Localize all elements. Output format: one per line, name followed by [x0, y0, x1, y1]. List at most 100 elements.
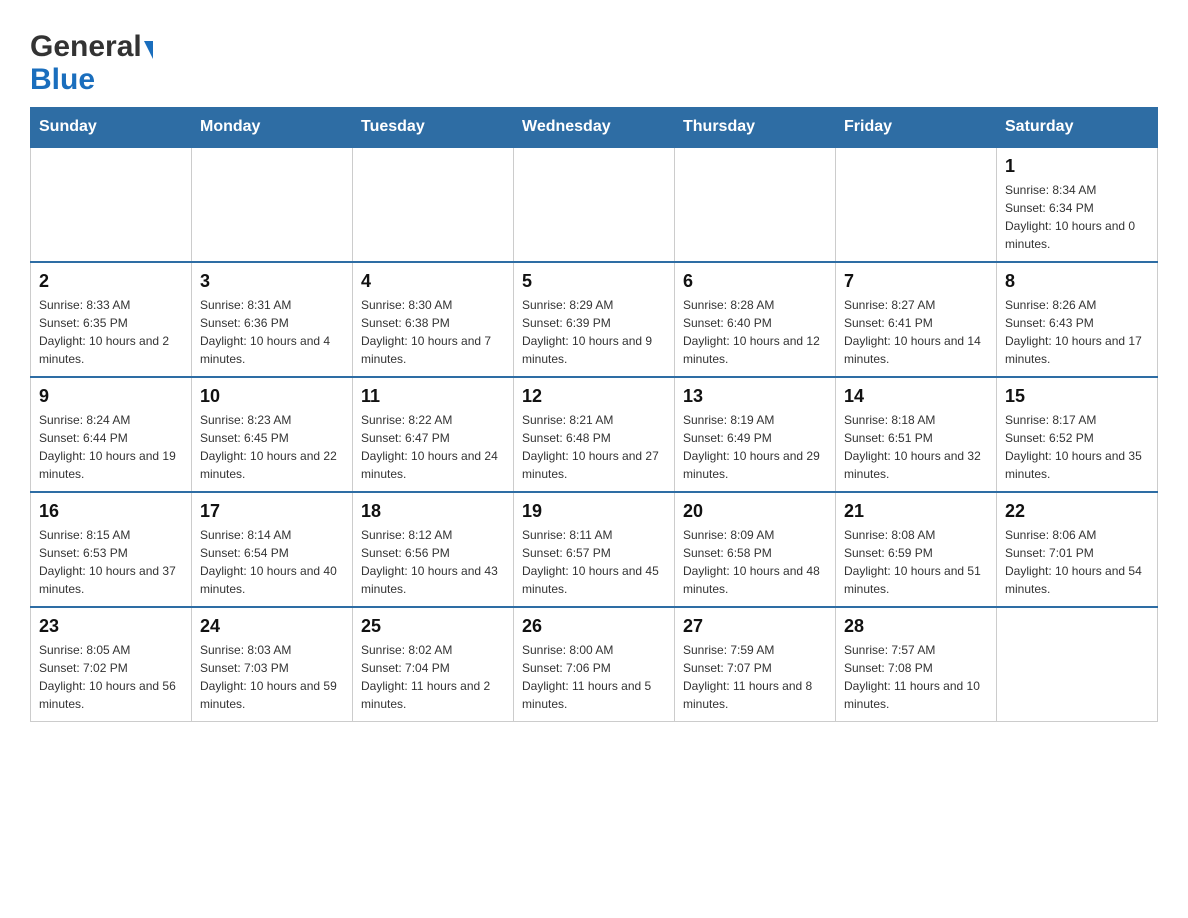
day-number: 14: [844, 386, 988, 407]
day-number: 12: [522, 386, 666, 407]
calendar-cell: 24 Sunrise: 8:03 AMSunset: 7:03 PMDayligh…: [192, 607, 353, 722]
calendar-cell: 17Sunrise: 8:14 AMSunset: 6:54 PMDayligh…: [192, 492, 353, 607]
calendar-week-row: 16 Sunrise: 8:15 AMSunset: 6:53 PMDayligh…: [31, 492, 1158, 607]
calendar-cell: [353, 147, 514, 262]
calendar-week-row: 1 Sunrise: 8:34 AMSunset: 6:34 PMDaylight…: [31, 147, 1158, 262]
day-info: Sunrise: 8:09 AMSunset: 6:58 PMDaylight:…: [683, 526, 827, 598]
calendar-cell: 6 Sunrise: 8:28 AMSunset: 6:40 PMDaylight…: [675, 262, 836, 377]
day-number: 13: [683, 386, 827, 407]
day-info: Sunrise: 8:05 AMSunset: 7:02 PMDaylight:…: [39, 641, 183, 713]
calendar-cell: 19 Sunrise: 8:11 AMSunset: 6:57 PMDayligh…: [514, 492, 675, 607]
calendar-cell: [997, 607, 1158, 722]
day-info: Sunrise: 8:18 AMSunset: 6:51 PMDaylight:…: [844, 411, 988, 483]
calendar-header-row: SundayMondayTuesdayWednesdayThursdayFrid…: [31, 108, 1158, 148]
calendar-table: SundayMondayTuesdayWednesdayThursdayFrid…: [30, 107, 1158, 722]
calendar-week-row: 2 Sunrise: 8:33 AMSunset: 6:35 PMDaylight…: [31, 262, 1158, 377]
calendar-cell: [31, 147, 192, 262]
day-info: Sunrise: 8:22 AMSunset: 6:47 PMDaylight:…: [361, 411, 505, 483]
day-number: 26: [522, 616, 666, 637]
day-number: 25: [361, 616, 505, 637]
column-header-wednesday: Wednesday: [514, 108, 675, 148]
logo-general-text: General: [30, 30, 142, 63]
calendar-cell: 27 Sunrise: 7:59 AMSunset: 7:07 PMDayligh…: [675, 607, 836, 722]
day-number: 23: [39, 616, 183, 637]
day-info: Sunrise: 8:28 AMSunset: 6:40 PMDaylight:…: [683, 296, 827, 368]
day-info: Sunrise: 8:11 AMSunset: 6:57 PMDaylight:…: [522, 526, 666, 598]
day-number: 1: [1005, 156, 1149, 177]
column-header-saturday: Saturday: [997, 108, 1158, 148]
day-info: Sunrise: 8:17 AMSunset: 6:52 PMDaylight:…: [1005, 411, 1149, 483]
day-number: 8: [1005, 271, 1149, 292]
calendar-cell: 25 Sunrise: 8:02 AMSunset: 7:04 PMDayligh…: [353, 607, 514, 722]
calendar-cell: 23 Sunrise: 8:05 AMSunset: 7:02 PMDayligh…: [31, 607, 192, 722]
column-header-thursday: Thursday: [675, 108, 836, 148]
calendar-cell: 28Sunrise: 7:57 AMSunset: 7:08 PMDayligh…: [836, 607, 997, 722]
day-number: 2: [39, 271, 183, 292]
day-number: 27: [683, 616, 827, 637]
day-number: 28: [844, 616, 988, 637]
calendar-cell: [836, 147, 997, 262]
calendar-cell: 22 Sunrise: 8:06 AMSunset: 7:01 PMDayligh…: [997, 492, 1158, 607]
calendar-cell: 7 Sunrise: 8:27 AMSunset: 6:41 PMDaylight…: [836, 262, 997, 377]
day-number: 7: [844, 271, 988, 292]
day-number: 5: [522, 271, 666, 292]
day-info: Sunrise: 8:27 AMSunset: 6:41 PMDaylight:…: [844, 296, 988, 368]
day-number: 9: [39, 386, 183, 407]
day-info: Sunrise: 8:33 AMSunset: 6:35 PMDaylight:…: [39, 296, 183, 368]
day-info: Sunrise: 8:29 AMSunset: 6:39 PMDaylight:…: [522, 296, 666, 368]
day-info: Sunrise: 8:08 AMSunset: 6:59 PMDaylight:…: [844, 526, 988, 598]
page-header: General Blue: [30, 20, 1158, 97]
calendar-cell: 1 Sunrise: 8:34 AMSunset: 6:34 PMDaylight…: [997, 147, 1158, 262]
calendar-cell: 18Sunrise: 8:12 AMSunset: 6:56 PMDayligh…: [353, 492, 514, 607]
calendar-cell: [514, 147, 675, 262]
calendar-week-row: 9 Sunrise: 8:24 AMSunset: 6:44 PMDaylight…: [31, 377, 1158, 492]
calendar-cell: 2 Sunrise: 8:33 AMSunset: 6:35 PMDaylight…: [31, 262, 192, 377]
calendar-cell: 3Sunrise: 8:31 AMSunset: 6:36 PMDaylight…: [192, 262, 353, 377]
day-info: Sunrise: 8:00 AMSunset: 7:06 PMDaylight:…: [522, 641, 666, 713]
day-number: 19: [522, 501, 666, 522]
calendar-cell: 9 Sunrise: 8:24 AMSunset: 6:44 PMDaylight…: [31, 377, 192, 492]
calendar-cell: 13 Sunrise: 8:19 AMSunset: 6:49 PMDayligh…: [675, 377, 836, 492]
day-info: Sunrise: 8:23 AMSunset: 6:45 PMDaylight:…: [200, 411, 344, 483]
column-header-friday: Friday: [836, 108, 997, 148]
calendar-cell: 15 Sunrise: 8:17 AMSunset: 6:52 PMDayligh…: [997, 377, 1158, 492]
logo-blue-text: Blue: [30, 63, 95, 96]
day-number: 21: [844, 501, 988, 522]
day-info: Sunrise: 8:34 AMSunset: 6:34 PMDaylight:…: [1005, 181, 1149, 253]
calendar-cell: 4 Sunrise: 8:30 AMSunset: 6:38 PMDaylight…: [353, 262, 514, 377]
calendar-cell: 10Sunrise: 8:23 AMSunset: 6:45 PMDayligh…: [192, 377, 353, 492]
day-info: Sunrise: 8:03 AMSunset: 7:03 PMDaylight:…: [200, 641, 344, 713]
day-number: 4: [361, 271, 505, 292]
day-info: Sunrise: 8:24 AMSunset: 6:44 PMDaylight:…: [39, 411, 183, 483]
day-number: 11: [361, 386, 505, 407]
day-number: 15: [1005, 386, 1149, 407]
day-info: Sunrise: 8:14 AMSunset: 6:54 PMDaylight:…: [200, 526, 344, 598]
calendar-cell: 21 Sunrise: 8:08 AMSunset: 6:59 PMDayligh…: [836, 492, 997, 607]
calendar-cell: [192, 147, 353, 262]
day-number: 3: [200, 271, 344, 292]
logo-arrow-icon: [144, 41, 153, 59]
column-header-monday: Monday: [192, 108, 353, 148]
calendar-cell: 5 Sunrise: 8:29 AMSunset: 6:39 PMDaylight…: [514, 262, 675, 377]
calendar-cell: [675, 147, 836, 262]
calendar-cell: 26 Sunrise: 8:00 AMSunset: 7:06 PMDayligh…: [514, 607, 675, 722]
day-number: 16: [39, 501, 183, 522]
day-number: 24: [200, 616, 344, 637]
calendar-cell: 20Sunrise: 8:09 AMSunset: 6:58 PMDayligh…: [675, 492, 836, 607]
calendar-cell: 16 Sunrise: 8:15 AMSunset: 6:53 PMDayligh…: [31, 492, 192, 607]
day-number: 22: [1005, 501, 1149, 522]
calendar-cell: 8 Sunrise: 8:26 AMSunset: 6:43 PMDaylight…: [997, 262, 1158, 377]
day-info: Sunrise: 8:15 AMSunset: 6:53 PMDaylight:…: [39, 526, 183, 598]
day-info: Sunrise: 8:26 AMSunset: 6:43 PMDaylight:…: [1005, 296, 1149, 368]
column-header-sunday: Sunday: [31, 108, 192, 148]
day-info: Sunrise: 7:59 AMSunset: 7:07 PMDaylight:…: [683, 641, 827, 713]
day-info: Sunrise: 8:06 AMSunset: 7:01 PMDaylight:…: [1005, 526, 1149, 598]
day-info: Sunrise: 8:30 AMSunset: 6:38 PMDaylight:…: [361, 296, 505, 368]
calendar-cell: 11 Sunrise: 8:22 AMSunset: 6:47 PMDayligh…: [353, 377, 514, 492]
day-info: Sunrise: 8:12 AMSunset: 6:56 PMDaylight:…: [361, 526, 505, 598]
day-info: Sunrise: 8:02 AMSunset: 7:04 PMDaylight:…: [361, 641, 505, 713]
day-number: 6: [683, 271, 827, 292]
calendar-week-row: 23 Sunrise: 8:05 AMSunset: 7:02 PMDayligh…: [31, 607, 1158, 722]
calendar-cell: 12Sunrise: 8:21 AMSunset: 6:48 PMDayligh…: [514, 377, 675, 492]
day-info: Sunrise: 8:19 AMSunset: 6:49 PMDaylight:…: [683, 411, 827, 483]
